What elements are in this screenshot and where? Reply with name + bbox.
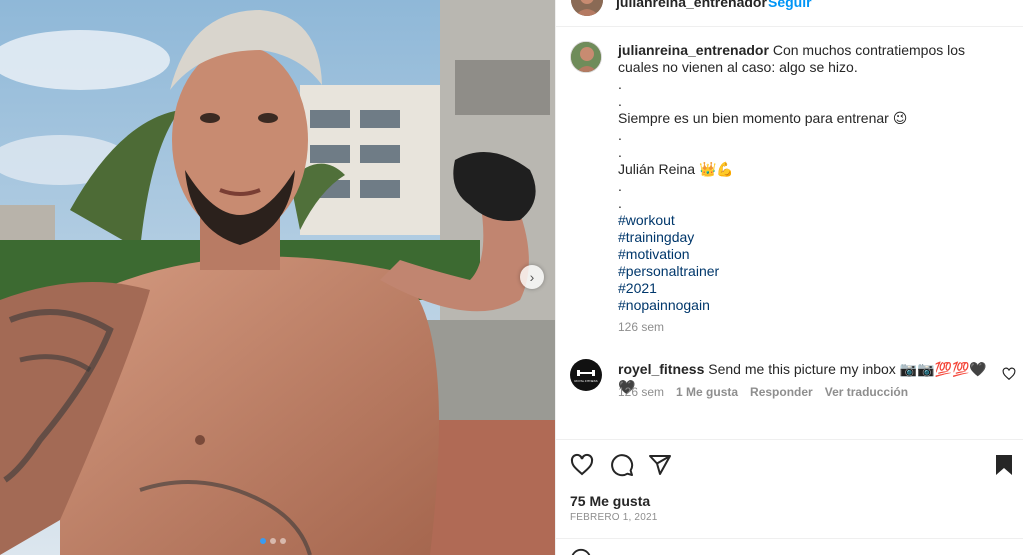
heart-icon[interactable]: [570, 453, 594, 477]
caption-text-line: .: [618, 195, 622, 211]
likes-count[interactable]: 75 Me gusta: [570, 493, 650, 509]
see-translation-button[interactable]: Ver traducción: [825, 385, 908, 399]
carousel-indicator: [260, 538, 286, 544]
hashtag-link[interactable]: #2021: [618, 280, 1008, 297]
post-photo[interactable]: ›: [0, 0, 555, 555]
post-details-panel: julianreina_entrenador Seguir julianrein…: [555, 0, 1023, 555]
avatar[interactable]: ROYAL FITNESS: [570, 359, 602, 391]
emoji-icon[interactable]: [570, 548, 592, 555]
post-image: [0, 0, 555, 555]
caption-timestamp[interactable]: 126 sem: [618, 319, 1008, 336]
caption-text-line: .: [618, 127, 622, 143]
caption-text-line: .: [618, 178, 622, 194]
carousel-dot: [270, 538, 276, 544]
avatar[interactable]: [570, 41, 602, 73]
divider: [556, 439, 1023, 440]
dumbbell-icon: [577, 370, 595, 376]
post-header: julianreina_entrenador Seguir: [556, 0, 1023, 27]
caption-text-line: Julián Reina 👑💪: [618, 161, 734, 177]
post-caption: julianreina_entrenador Con muchos contra…: [618, 42, 1008, 336]
hashtag-link[interactable]: #motivation: [618, 246, 1008, 263]
hashtag-link[interactable]: #nopainnogain: [618, 297, 1008, 314]
comment-likes[interactable]: 1 Me gusta: [676, 385, 738, 399]
hashtag-link[interactable]: #trainingday: [618, 229, 1008, 246]
post-date[interactable]: FEBRERO 1, 2021: [570, 512, 657, 523]
hashtag-link[interactable]: #workout: [618, 212, 1008, 229]
caption-text-line: .: [618, 93, 622, 109]
follow-button[interactable]: Seguir: [768, 0, 812, 10]
hashtag-link[interactable]: #personaltrainer: [618, 263, 1008, 280]
comment-username[interactable]: royel_fitness: [618, 361, 704, 377]
caption-text-line: .: [618, 144, 622, 160]
avatar-text: ROYAL FITNESS: [574, 379, 598, 383]
bookmark-icon[interactable]: [992, 453, 1016, 477]
reply-button[interactable]: Responder: [750, 385, 813, 399]
share-icon[interactable]: [648, 453, 672, 477]
carousel-dot: [260, 538, 266, 544]
caption-text-line: Siempre es un bien momento para entrenar…: [618, 110, 908, 126]
caption-text-line: .: [618, 76, 622, 92]
comment-meta: 126 sem 1 Me gusta Responder Ver traducc…: [618, 385, 908, 399]
carousel-dot: [280, 538, 286, 544]
heart-icon[interactable]: [1002, 367, 1016, 381]
comment-timestamp[interactable]: 126 sem: [618, 385, 664, 399]
divider: [556, 538, 1023, 539]
carousel-next-button[interactable]: ›: [520, 265, 544, 289]
chevron-right-icon: ›: [529, 269, 535, 285]
comment-icon[interactable]: [610, 453, 634, 477]
caption-username[interactable]: julianreina_entrenador: [618, 42, 769, 58]
post-author-username[interactable]: julianreina_entrenador: [616, 0, 767, 10]
avatar[interactable]: [571, 0, 603, 16]
